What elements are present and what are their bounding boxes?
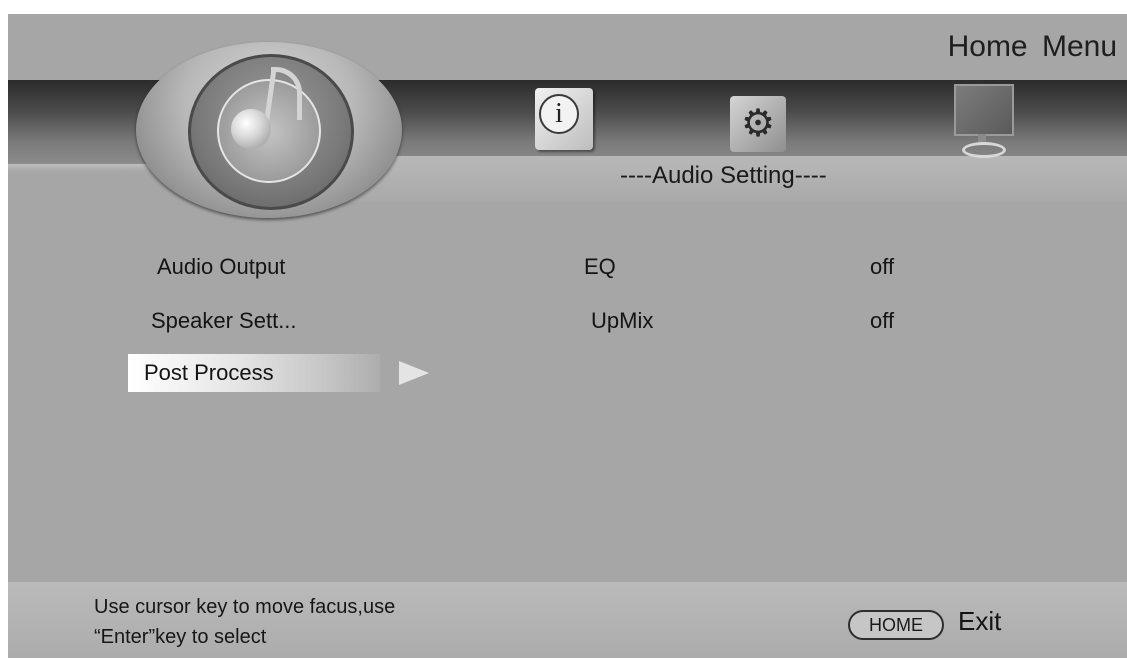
monitor-icon xyxy=(954,84,1014,136)
tab-info[interactable]: i xyxy=(535,88,599,154)
option-upmix-label[interactable]: UpMix xyxy=(591,308,653,334)
tab-display[interactable] xyxy=(946,84,1018,158)
home-menu-screen: Home Menu ----Audio Setting---- i ⚙ Audi… xyxy=(8,14,1127,658)
menu-item-speaker-setting[interactable]: Speaker Sett... xyxy=(151,308,297,334)
home-key-button[interactable]: HOME xyxy=(848,610,944,640)
info-page-icon: i xyxy=(535,88,593,150)
exit-label: Exit xyxy=(958,606,1002,636)
page-subtitle: ----Audio Setting---- xyxy=(620,162,827,189)
music-note-head xyxy=(231,109,271,149)
gear-icon: ⚙ xyxy=(740,103,776,145)
menu-item-audio-output[interactable]: Audio Output xyxy=(157,254,285,280)
gear-box: ⚙ xyxy=(730,96,786,152)
menu-title: Home Menu xyxy=(947,30,1117,63)
help-hint-line1: Use cursor key to move facus,use xyxy=(94,596,396,618)
tab-settings[interactable]: ⚙ xyxy=(730,96,790,156)
option-upmix-value[interactable]: off xyxy=(870,308,894,334)
help-hint: Use cursor key to move facus,use “Enter”… xyxy=(94,592,395,652)
monitor-base xyxy=(962,142,1006,158)
arrow-right-icon xyxy=(399,361,429,385)
menu-item-post-process[interactable]: Post Process xyxy=(128,354,380,392)
option-eq-value[interactable]: off xyxy=(870,254,894,280)
option-eq-label[interactable]: EQ xyxy=(584,254,616,280)
disc-music-note-icon xyxy=(136,42,402,218)
footer-bar: Use cursor key to move facus,use “Enter”… xyxy=(8,582,1127,658)
music-note-flag xyxy=(271,67,302,120)
help-hint-line2: “Enter”key to select xyxy=(94,626,267,648)
info-icon: i xyxy=(539,94,579,134)
disc-ring xyxy=(188,54,354,210)
